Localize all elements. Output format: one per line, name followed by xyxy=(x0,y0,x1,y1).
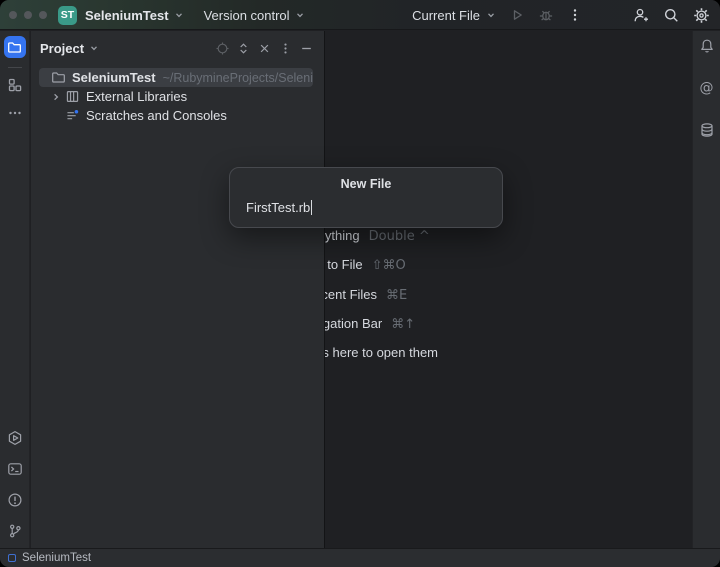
tree-node-label: Scratches and Consoles xyxy=(86,108,227,123)
search-icon[interactable] xyxy=(663,7,680,24)
kebab-menu-icon[interactable] xyxy=(277,40,293,56)
ai-assistant-icon[interactable]: @ xyxy=(700,80,714,96)
structure-icon[interactable] xyxy=(7,77,23,93)
stripe-divider xyxy=(8,67,22,68)
notifications-bell-icon[interactable] xyxy=(699,38,715,54)
hint-shortcut: Double ^ xyxy=(369,229,430,244)
chevron-down-icon xyxy=(486,10,496,20)
hide-panel-icon[interactable] xyxy=(298,40,314,56)
left-tool-stripe xyxy=(0,31,30,548)
dialog-title: New File xyxy=(230,177,502,191)
project-panel-header: Project xyxy=(31,34,324,62)
chevron-down-icon xyxy=(295,10,305,20)
tree-node-label: External Libraries xyxy=(86,89,187,104)
folder-icon xyxy=(51,70,66,85)
tree-node-path: ~/RubymineProjects/SeleniumTest xyxy=(163,71,313,85)
database-icon[interactable] xyxy=(699,122,715,138)
file-name-input[interactable]: FirstTest.rb xyxy=(246,200,486,215)
add-user-icon[interactable] xyxy=(633,7,650,24)
text-caret xyxy=(311,200,312,215)
scratches-icon xyxy=(65,108,80,123)
tree-node-label: SeleniumTest xyxy=(72,70,156,85)
project-tool-window-button[interactable] xyxy=(4,36,26,58)
new-file-dialog: New File FirstTest.rb xyxy=(229,167,503,228)
run-configuration-selector[interactable]: Current File xyxy=(412,8,480,23)
hint-shortcut: ⇧⌘O xyxy=(372,258,406,273)
hint-shortcut: ⌘E xyxy=(386,288,407,303)
project-widget-icon xyxy=(8,554,16,562)
expand-selector-icon[interactable] xyxy=(235,40,251,56)
gear-icon[interactable] xyxy=(693,7,710,24)
hint-shortcut: ⌘↑ xyxy=(391,317,415,332)
services-icon[interactable] xyxy=(7,430,23,446)
chevron-down-icon xyxy=(89,43,99,53)
project-tree: SeleniumTest ~/RubymineProjects/Selenium… xyxy=(31,68,324,125)
left-stripe-bottom-group xyxy=(7,430,23,548)
run-icon[interactable] xyxy=(509,7,525,23)
debug-icon[interactable] xyxy=(538,7,554,23)
file-name-value: FirstTest.rb xyxy=(246,200,310,215)
locate-icon[interactable] xyxy=(214,40,230,56)
problems-icon[interactable] xyxy=(7,492,23,508)
project-folder-icon xyxy=(7,40,22,55)
more-tool-windows-icon[interactable] xyxy=(7,105,23,121)
chevron-down-icon xyxy=(174,10,184,20)
project-badge[interactable]: ST xyxy=(58,6,77,25)
collapse-all-icon[interactable] xyxy=(256,40,272,56)
version-control-menu[interactable]: Version control xyxy=(204,8,290,23)
rubymine-window: Run AnythingDouble ^ Go to File⇧⌘O Recen… xyxy=(0,0,720,567)
zoom-window-button[interactable] xyxy=(39,11,47,19)
tree-row-scratches[interactable]: Scratches and Consoles xyxy=(39,106,313,125)
library-icon xyxy=(65,89,80,104)
git-branch-icon[interactable] xyxy=(7,523,23,539)
tree-row-external-libraries[interactable]: External Libraries xyxy=(39,87,313,106)
kebab-menu-icon[interactable] xyxy=(567,7,583,23)
chevron-right-icon[interactable] xyxy=(51,92,65,102)
project-tool-window: Project SeleniumTest ~/RubymineProjects/… xyxy=(31,31,325,548)
status-bar: SeleniumTest xyxy=(0,548,720,567)
minimize-window-button[interactable] xyxy=(24,11,32,19)
status-project-name[interactable]: SeleniumTest xyxy=(22,552,91,564)
right-tool-stripe: @ xyxy=(692,31,720,548)
title-bar: ST SeleniumTest Version control Current … xyxy=(0,0,720,30)
close-window-button[interactable] xyxy=(9,11,17,19)
terminal-icon[interactable] xyxy=(7,461,23,477)
panel-title[interactable]: Project xyxy=(40,41,84,56)
window-controls xyxy=(9,11,47,19)
project-name-menu[interactable]: SeleniumTest xyxy=(85,8,169,23)
tree-row-project-root[interactable]: SeleniumTest ~/RubymineProjects/Selenium… xyxy=(39,68,313,87)
